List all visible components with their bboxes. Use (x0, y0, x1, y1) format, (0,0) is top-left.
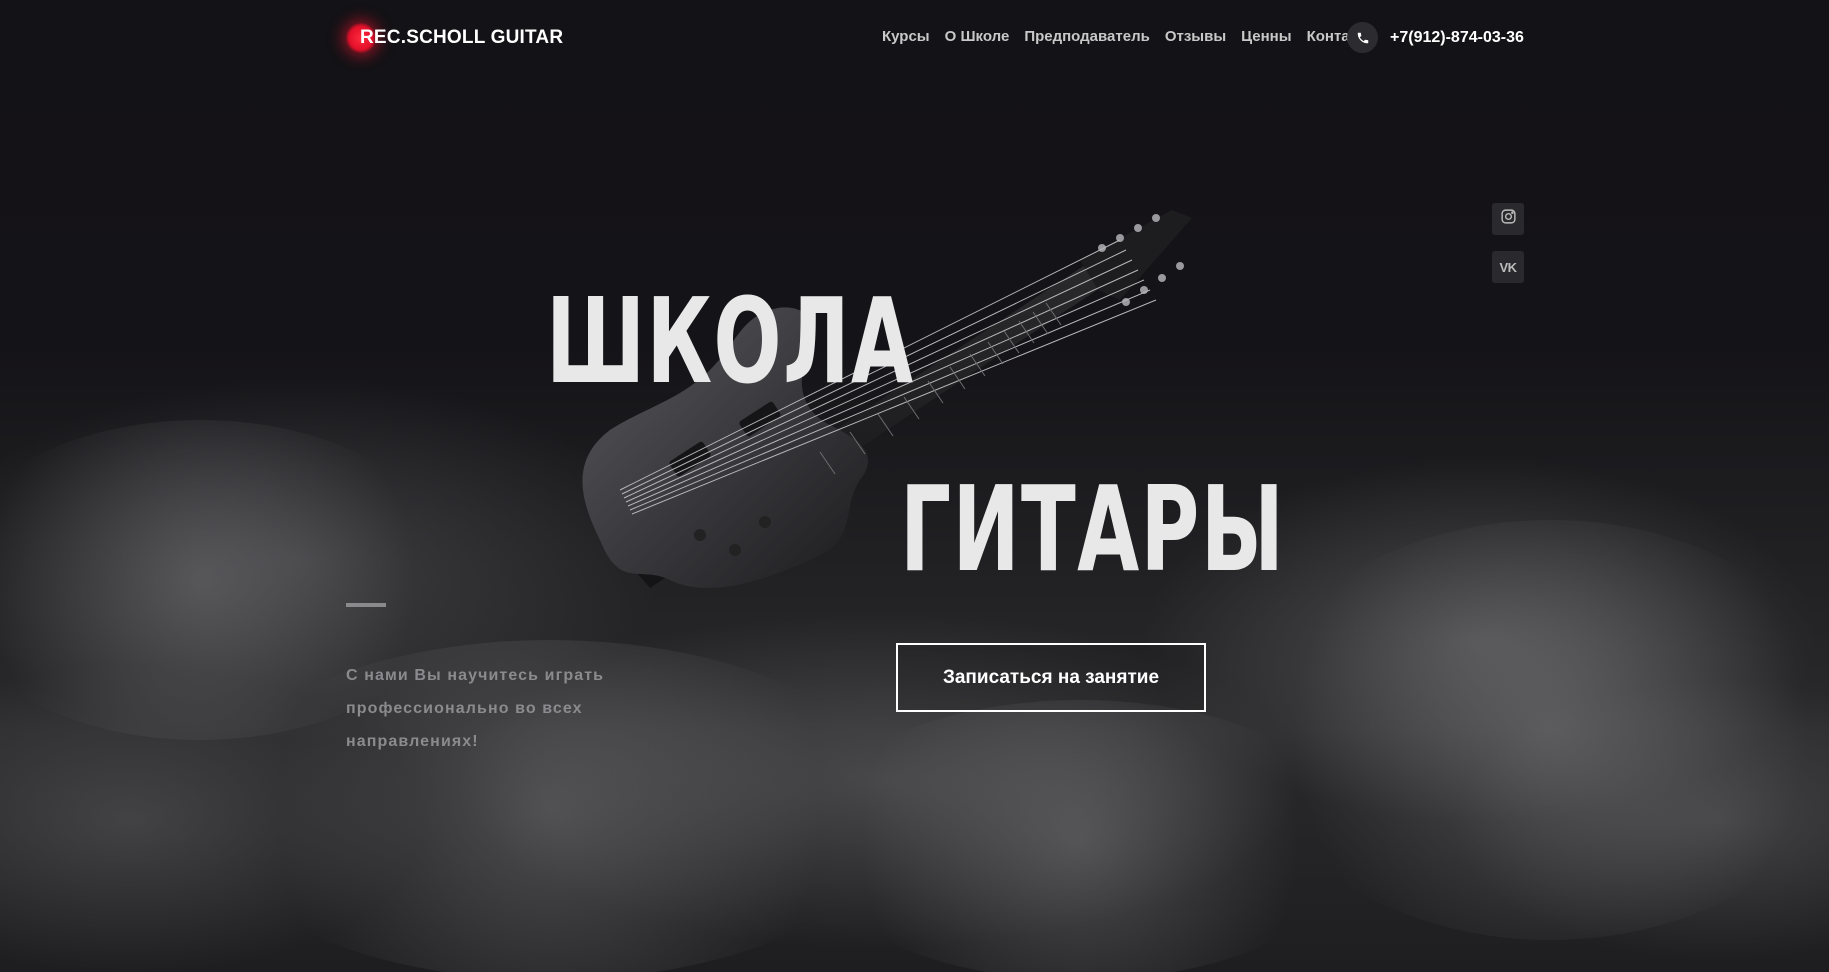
phone-contact[interactable]: +7(912)-874-03-36 (1347, 22, 1524, 53)
nav-courses[interactable]: Курсы (882, 28, 930, 45)
hero-title-line-1: ШКОЛА (546, 272, 915, 410)
smoke-cloud (800, 700, 1360, 972)
logo[interactable]: REC.SCHOLL GUITAR (346, 22, 563, 54)
instagram-icon (1500, 208, 1517, 230)
phone-icon (1347, 22, 1378, 53)
vk-button[interactable]: VK (1492, 251, 1524, 283)
phone-number[interactable]: +7(912)-874-03-36 (1390, 29, 1524, 47)
nav-reviews[interactable]: Отзывы (1165, 28, 1226, 45)
hero-title-line-2: ГИТАРЫ (900, 460, 1286, 598)
signup-button[interactable]: Записаться на занятие (896, 643, 1206, 712)
nav-about-school[interactable]: О Школе (945, 28, 1010, 45)
vk-icon: VK (1499, 259, 1517, 275)
site-header: REC.SCHOLL GUITAR Курсы О Школе Предпода… (0, 0, 1829, 76)
logo-text: REC.SCHOLL GUITAR (360, 27, 564, 48)
hero-subtitle: С нами Вы научитесь играть профессиональ… (346, 667, 605, 750)
nav-teacher[interactable]: Предподаватель (1024, 28, 1150, 45)
nav-prices[interactable]: Ценны (1241, 28, 1291, 45)
main-nav: Курсы О Школе Предподаватель Отзывы Ценн… (882, 28, 1377, 45)
instagram-button[interactable] (1492, 203, 1524, 235)
divider-line (346, 603, 386, 607)
